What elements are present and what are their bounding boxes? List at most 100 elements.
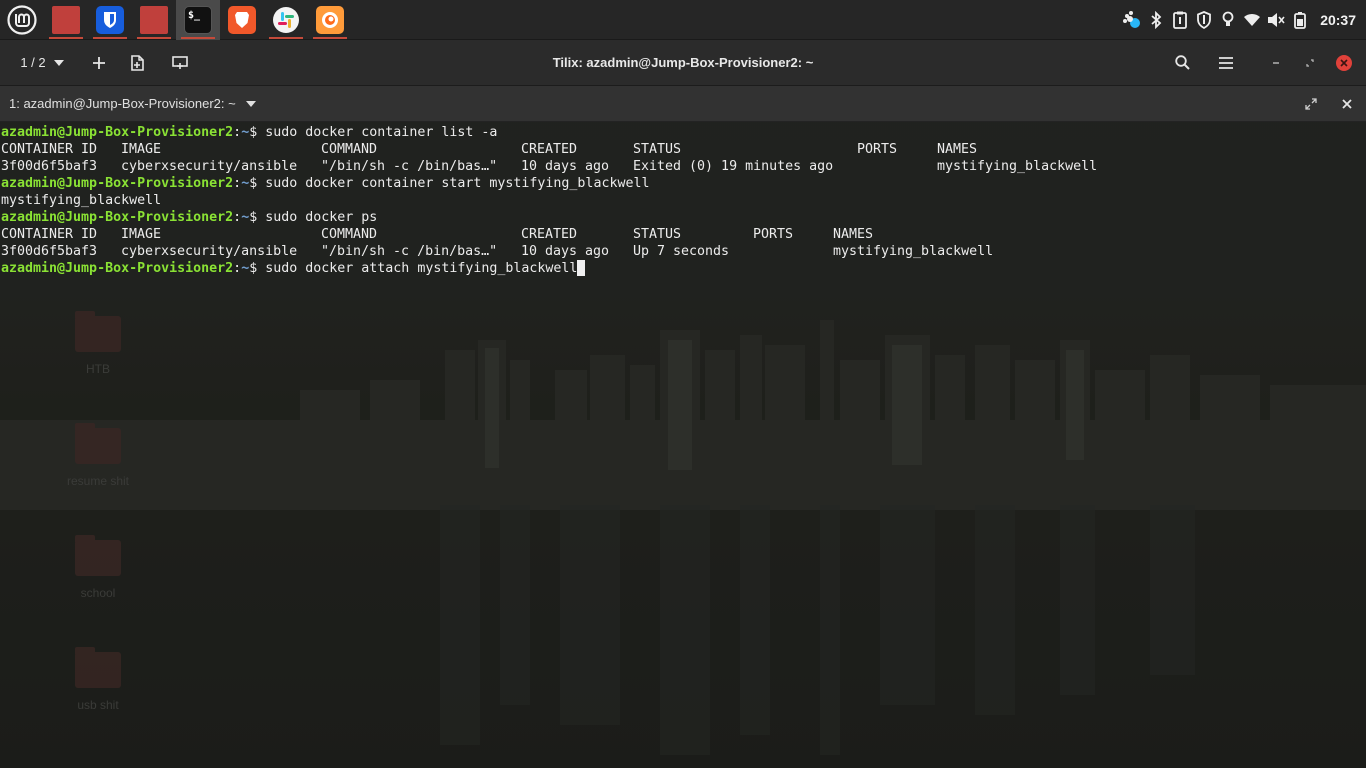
maximize-button[interactable] xyxy=(1298,40,1322,86)
column-header: CREATED xyxy=(521,142,578,157)
table-cell: 10 days ago xyxy=(521,159,610,174)
launcher-files-2[interactable] xyxy=(132,0,176,40)
launcher-bitwarden[interactable] xyxy=(88,0,132,40)
folder-icon xyxy=(52,5,80,34)
close-terminal-button[interactable] xyxy=(1328,86,1366,122)
table-cell: "/bin/sh -c /bin/bas…" xyxy=(321,244,498,259)
table-cell: 10 days ago xyxy=(521,244,610,259)
prompt-separator: : xyxy=(233,261,242,276)
terminal-output[interactable]: azadmin@Jump-Box-Provisioner2:~$ sudo do… xyxy=(0,122,1366,768)
table-cell: Exited (0) 19 minutes ago xyxy=(633,159,834,174)
prompt-user: azadmin@Jump-Box-Provisioner2 xyxy=(1,210,234,225)
table-cell: 3f00d6f5baf3 xyxy=(1,159,98,174)
terminal-title-label: 1: azadmin@Jump-Box-Provisioner2: ~ xyxy=(9,96,236,111)
table-cell: Up 7 seconds xyxy=(633,244,730,259)
wifi-icon[interactable] xyxy=(1240,0,1264,40)
lion-icon xyxy=(228,5,256,34)
launcher-mint-menu[interactable] xyxy=(0,0,44,40)
launcher-firefox[interactable] xyxy=(308,0,352,40)
find-button[interactable] xyxy=(1160,40,1204,86)
maximize-terminal-button[interactable] xyxy=(1294,86,1328,122)
hamburger-menu-icon xyxy=(1219,56,1233,69)
prompt-symbol: $ xyxy=(249,210,266,225)
command-line: azadmin@Jump-Box-Provisioner2:~$ sudo do… xyxy=(1,209,1366,226)
session-switcher-button[interactable]: 1 / 2 xyxy=(0,40,80,86)
close-icon xyxy=(1336,54,1352,71)
table-header-row: CONTAINER ID IMAGE COMMAND CREATED STATU… xyxy=(1,226,1366,243)
paw-icon[interactable] xyxy=(1120,0,1144,40)
top-panel: $_ 20:37 xyxy=(0,0,1366,40)
table-row: 3f00d6f5baf3 cyberxsecurity/ansible "/bi… xyxy=(1,158,1366,175)
command-output: mystifying_blackwell xyxy=(1,193,162,208)
close-window-button[interactable] xyxy=(1322,40,1366,86)
linux-mint-logo-icon xyxy=(7,4,37,35)
column-header: COMMAND xyxy=(321,142,378,157)
prompt-path: ~ xyxy=(241,261,250,276)
column-header: PORTS xyxy=(753,227,794,242)
hash-icon xyxy=(273,6,299,33)
launcher-slack[interactable] xyxy=(264,0,308,40)
shield-icon xyxy=(96,5,124,34)
clipboard-icon[interactable] xyxy=(1168,0,1192,40)
column-header: NAMES xyxy=(833,227,874,242)
launcher-files[interactable] xyxy=(44,0,88,40)
menu-button[interactable] xyxy=(1204,40,1248,86)
expand-icon xyxy=(1305,97,1317,110)
table-cell: "/bin/sh -c /bin/bas…" xyxy=(321,159,498,174)
battery-icon[interactable] xyxy=(1288,0,1312,40)
launcher-terminal[interactable]: $_ xyxy=(176,0,220,40)
terminal-titlebar: 1: azadmin@Jump-Box-Provisioner2: ~ xyxy=(0,86,1366,122)
terminal-title-menu[interactable]: 1: azadmin@Jump-Box-Provisioner2: ~ xyxy=(0,96,256,111)
column-header: IMAGE xyxy=(121,142,162,157)
chevron-down-icon xyxy=(53,59,64,66)
headerbar-right-controls xyxy=(1160,40,1366,86)
prompt-user: azadmin@Jump-Box-Provisioner2 xyxy=(1,261,234,276)
add-session-button[interactable] xyxy=(80,40,118,86)
clock[interactable]: 20:37 xyxy=(1320,12,1356,28)
command-line: azadmin@Jump-Box-Provisioner2:~$ sudo do… xyxy=(1,124,1366,141)
prompt-user: azadmin@Jump-Box-Provisioner2 xyxy=(1,176,234,191)
text-cursor xyxy=(577,260,586,276)
table-header-row: CONTAINER ID IMAGE COMMAND CREATED STATU… xyxy=(1,141,1366,158)
command-line: azadmin@Jump-Box-Provisioner2:~$ sudo do… xyxy=(1,175,1366,192)
prompt-separator: : xyxy=(233,125,242,140)
prompt-path: ~ xyxy=(241,176,250,191)
system-tray: 20:37 xyxy=(1120,0,1366,40)
column-header: CONTAINER ID xyxy=(1,227,98,242)
prompt-symbol: $ xyxy=(249,176,266,191)
bluetooth-icon[interactable] xyxy=(1144,0,1168,40)
minimize-icon xyxy=(1273,61,1279,64)
column-header: CONTAINER ID xyxy=(1,142,98,157)
bulb-icon[interactable] xyxy=(1216,0,1240,40)
maximize-icon xyxy=(1306,58,1314,67)
launcher-brave[interactable] xyxy=(220,0,264,40)
speaker-muted-icon[interactable] xyxy=(1264,0,1288,40)
add-terminal-button[interactable] xyxy=(118,40,158,86)
prompt-path: ~ xyxy=(241,125,250,140)
column-header: IMAGE xyxy=(121,227,162,242)
shield-status-icon[interactable] xyxy=(1192,0,1216,40)
table-row: 3f00d6f5baf3 cyberxsecurity/ansible "/bi… xyxy=(1,243,1366,260)
plus-icon xyxy=(93,56,105,69)
sidebar-toggle-button[interactable] xyxy=(158,40,202,86)
command-text: sudo docker container start mystifying_b… xyxy=(265,176,650,191)
search-icon xyxy=(1174,55,1190,70)
session-counter: 1 / 2 xyxy=(20,55,46,70)
prompt-path: ~ xyxy=(241,210,250,225)
column-header: COMMAND xyxy=(321,227,378,242)
minimize-button[interactable] xyxy=(1254,40,1298,86)
prompt-symbol: $ xyxy=(249,261,266,276)
close-icon xyxy=(1342,98,1352,109)
prompt-separator: : xyxy=(233,210,242,225)
folder-icon xyxy=(140,5,168,34)
column-header: STATUS xyxy=(633,142,682,157)
command-line: azadmin@Jump-Box-Provisioner2:~$ sudo do… xyxy=(1,260,1366,277)
prompt-separator: : xyxy=(233,176,242,191)
chevron-down-icon xyxy=(245,100,256,107)
table-cell: mystifying_blackwell xyxy=(937,159,1098,174)
tilix-headerbar: Tilix: azadmin@Jump-Box-Provisioner2: ~ … xyxy=(0,40,1366,86)
command-text: sudo docker ps xyxy=(265,210,378,225)
prompt-symbol: $ xyxy=(249,125,266,140)
fox-icon xyxy=(316,5,344,34)
table-cell: cyberxsecurity/ansible xyxy=(121,244,298,259)
